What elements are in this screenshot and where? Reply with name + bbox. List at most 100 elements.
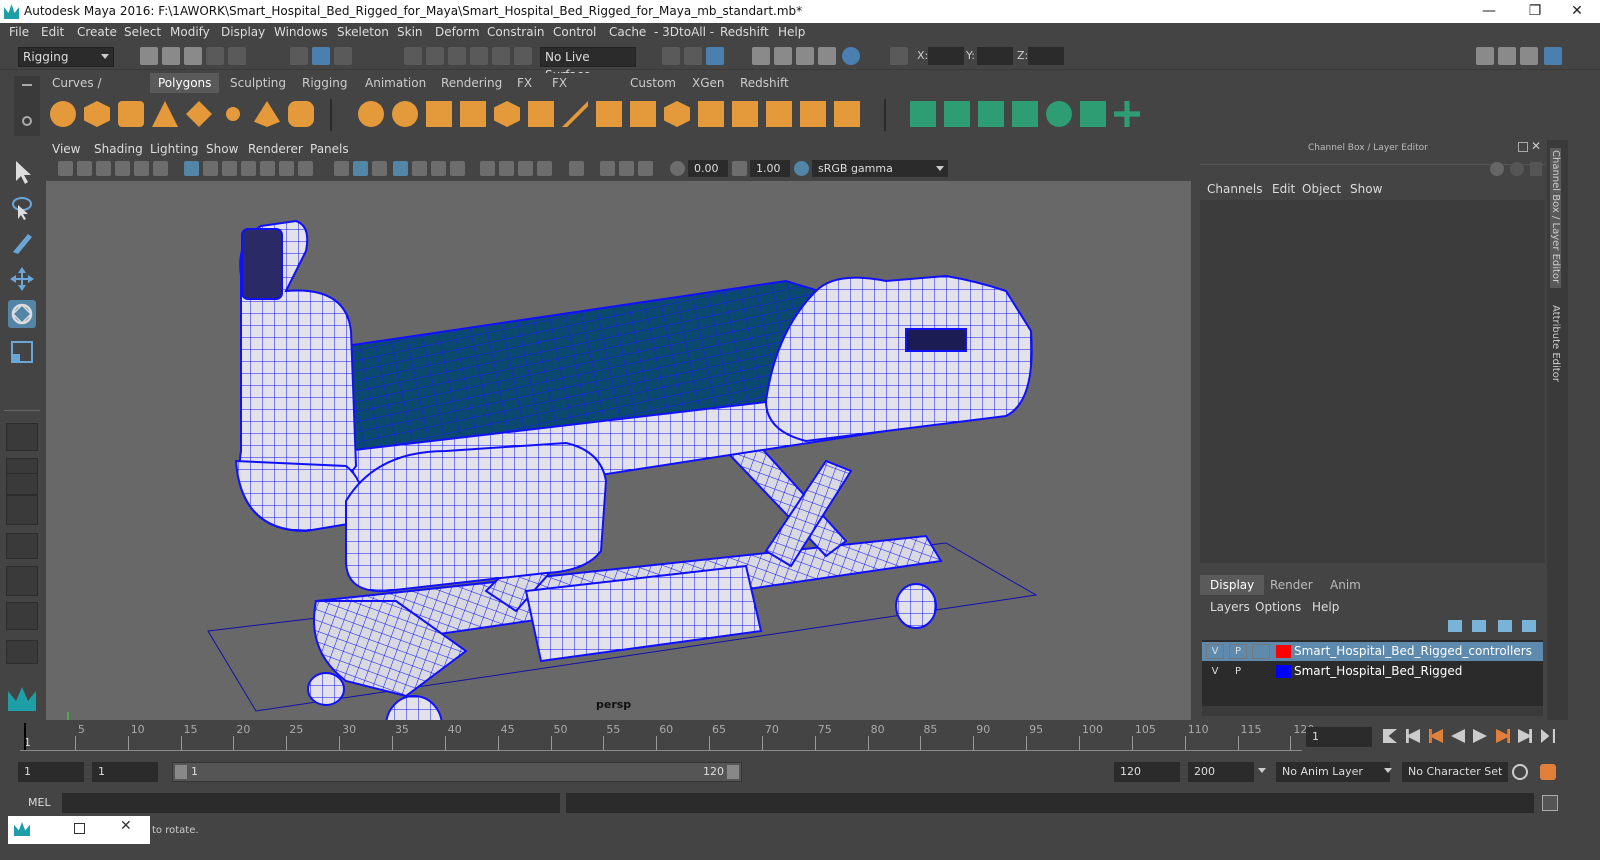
animation-start-field[interactable]: 1 (18, 762, 84, 782)
close-icon[interactable]: ✕ (120, 818, 132, 834)
attribute-editor-icon[interactable] (1498, 47, 1516, 65)
open-scene-icon[interactable] (162, 47, 180, 65)
tab-custom[interactable]: Custom (622, 73, 684, 93)
render-frame-icon[interactable] (774, 47, 792, 65)
smooth-shade-icon[interactable] (353, 161, 368, 176)
menu-deform[interactable]: Deform (435, 25, 480, 39)
exposure-field[interactable]: 0.00 (688, 160, 728, 177)
layer-row[interactable]: V P Smart_Hospital_Bed_Rigged_controller… (1202, 642, 1543, 661)
layer-color-swatch[interactable] (1276, 665, 1291, 678)
key-all-icon[interactable] (1490, 162, 1504, 176)
current-time-marker[interactable] (24, 723, 26, 751)
select-tool-icon[interactable] (8, 158, 36, 186)
poly-cone-icon[interactable] (152, 101, 178, 127)
multi-cut-icon[interactable] (562, 101, 588, 127)
float-icon[interactable] (1518, 142, 1528, 152)
move-layer-down-icon[interactable] (1472, 620, 1486, 632)
layers-menu[interactable]: Layers (1210, 600, 1250, 614)
tab-polygons[interactable]: Polygons (150, 73, 220, 93)
new-layer-selected-icon[interactable] (1522, 620, 1536, 632)
poly-cube-icon[interactable] (84, 101, 110, 127)
gamma-field[interactable]: 1.00 (750, 160, 790, 177)
minimized-window-bar[interactable]: ✕ (8, 816, 150, 844)
channel-list[interactable] (1200, 200, 1545, 563)
gate-mask-icon[interactable] (241, 161, 256, 176)
poly-pipe-icon[interactable] (288, 101, 314, 127)
combine-icon[interactable] (358, 101, 384, 127)
tab-anim-layers[interactable]: Anim (1320, 575, 1371, 595)
move-tool-icon[interactable] (8, 265, 36, 293)
poly-torus-icon[interactable] (220, 101, 246, 127)
transform-constraint-icon[interactable] (890, 47, 908, 65)
viewport-menu-renderer[interactable]: Renderer (248, 142, 303, 156)
history-icon[interactable] (662, 47, 680, 65)
insert-edge-loop-icon[interactable] (698, 101, 724, 127)
smooth-icon[interactable] (460, 101, 486, 127)
close-button[interactable]: ✕ (1554, 0, 1600, 23)
redshift-light-icon[interactable] (944, 101, 970, 127)
render-view-icon[interactable] (752, 47, 770, 65)
poly-plane-icon[interactable] (186, 101, 212, 127)
poly-pyramid-icon[interactable] (254, 101, 280, 127)
lasso-tool-icon[interactable] (8, 193, 36, 221)
2d-pan-icon[interactable] (134, 161, 149, 176)
menu-select[interactable]: Select (124, 25, 161, 39)
redshift-render-view-icon[interactable] (1080, 101, 1106, 127)
layer-row[interactable]: V P Smart_Hospital_Bed_Rigged (1202, 662, 1543, 681)
restore-icon[interactable] (74, 823, 85, 834)
minimize-button[interactable]: — (1466, 0, 1512, 23)
use-lights-icon[interactable] (431, 161, 446, 176)
grease-pencil-icon[interactable] (153, 161, 168, 176)
color-management-icon[interactable] (794, 161, 809, 176)
ambient-occlusion-icon[interactable] (480, 161, 495, 176)
menu-create[interactable]: Create (77, 25, 117, 39)
render-settings-icon[interactable] (818, 47, 836, 65)
snap-view-icon[interactable] (470, 47, 488, 65)
playback-end-field[interactable]: 120 (1114, 762, 1180, 782)
shelf-options[interactable] (14, 76, 40, 136)
animation-prefs-icon[interactable] (1540, 764, 1556, 780)
mirror-icon[interactable] (426, 101, 452, 127)
ipr-render-icon[interactable] (796, 47, 814, 65)
menu-display[interactable]: Display (221, 25, 265, 39)
step-back-icon[interactable] (1406, 729, 1420, 743)
image-plane-icon[interactable] (115, 161, 130, 176)
menu-windows[interactable]: Windows (274, 25, 328, 39)
poly-sphere-icon[interactable] (50, 101, 76, 127)
isolate-select-icon[interactable] (569, 161, 584, 176)
playback-start-field[interactable]: 1 (92, 762, 158, 782)
menu-help[interactable]: Help (778, 25, 805, 39)
select-hierarchy-icon[interactable] (290, 47, 308, 65)
auto-key-icon[interactable] (1512, 764, 1528, 780)
step-back-key-icon[interactable] (1429, 729, 1443, 743)
step-forward-key-icon[interactable] (1496, 729, 1510, 743)
construction-history-icon[interactable] (706, 47, 724, 65)
layer-visibility-toggle[interactable]: V (1206, 664, 1224, 679)
viewport-menu-panels[interactable]: Panels (310, 142, 349, 156)
xray-joints-icon[interactable] (619, 161, 634, 176)
single-pane-layout-icon[interactable] (6, 423, 38, 451)
tab-fx[interactable]: FX (509, 73, 541, 93)
paint-select-tool-icon[interactable] (8, 228, 36, 256)
range-start-handle[interactable] (175, 765, 187, 779)
extrude-icon[interactable] (528, 101, 554, 127)
channel-options-icon[interactable] (1530, 162, 1542, 176)
uv-layout-icon[interactable] (834, 101, 860, 127)
film-gate-icon[interactable] (203, 161, 218, 176)
go-to-start-icon[interactable] (1383, 729, 1397, 743)
range-end-handle[interactable] (727, 765, 739, 779)
menu-skin[interactable]: Skin (397, 25, 423, 39)
uv-editor-icon[interactable] (732, 101, 758, 127)
snap-point-icon[interactable] (448, 47, 466, 65)
snap-surface-icon[interactable] (492, 47, 510, 65)
layer-display-type-toggle[interactable] (1252, 664, 1270, 679)
separate-icon[interactable] (392, 101, 418, 127)
layer-visibility-toggle[interactable]: V (1206, 644, 1224, 659)
uv-layout-pane-icon[interactable] (6, 602, 38, 630)
menu-constrain[interactable]: Constrain (487, 25, 545, 39)
motion-blur-icon[interactable] (499, 161, 514, 176)
channel-box-icon[interactable] (1544, 47, 1562, 65)
default-lighting-icon[interactable] (372, 161, 387, 176)
maya-home-icon[interactable] (6, 685, 38, 713)
xray-icon[interactable] (600, 161, 615, 176)
